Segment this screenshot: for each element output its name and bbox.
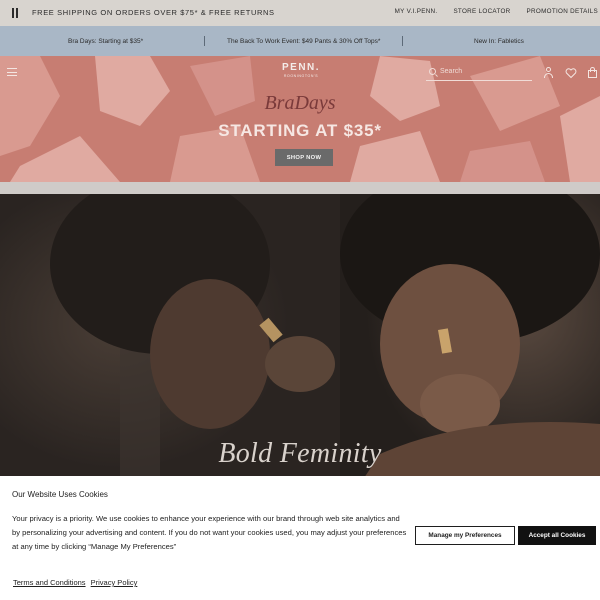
accept-cookies-button[interactable]: Accept all Cookies — [518, 526, 596, 545]
banner-caption: Bold Feminity — [218, 438, 382, 469]
cookie-title: Our Website Uses Cookies — [12, 490, 108, 499]
hero-title: BraDays — [264, 92, 336, 114]
heart-icon[interactable] — [565, 67, 577, 79]
promo-divider — [402, 36, 403, 46]
menu-icon[interactable] — [7, 68, 17, 76]
promo-bra-days[interactable]: Bra Days: Starting at $35* — [68, 38, 143, 45]
store-locator-link[interactable]: STORE LOCATOR — [453, 8, 510, 15]
bra-days-hero[interactable]: PENN. ROONINGTON'S Search BraDays STARTI… — [0, 56, 600, 182]
penn-logo[interactable]: PENN. ROONINGTON'S — [282, 62, 320, 78]
cookie-consent-banner: Our Website Uses Cookies Your privacy is… — [0, 476, 600, 600]
utility-links: MY V.I.PENN. STORE LOCATOR PROMOTION DET… — [395, 8, 598, 15]
top-promo-bar: FREE SHIPPING ON ORDERS OVER $75* & FREE… — [0, 0, 600, 26]
manage-preferences-button[interactable]: Manage my Preferences — [415, 526, 515, 545]
promo-fabletics[interactable]: New In: Fabletics — [474, 38, 524, 45]
cookie-links: Terms and Conditions Privacy Policy — [13, 578, 140, 587]
cookie-body-text: Your privacy is a priority. We use cooki… — [12, 514, 407, 551]
promo-back-to-work[interactable]: The Back To Work Event: $49 Pants & 30% … — [227, 38, 380, 45]
bag-icon[interactable] — [587, 67, 599, 79]
privacy-policy-link[interactable]: Privacy Policy — [91, 578, 138, 587]
logo-subline: ROONINGTON'S — [283, 74, 319, 78]
promo-bar: Bra Days: Starting at $35* The Back To W… — [0, 26, 600, 56]
logo-wordmark: PENN. — [282, 62, 321, 73]
pause-icon[interactable] — [11, 8, 19, 18]
promo-divider — [204, 36, 205, 46]
hero-subtitle: STARTING AT $35* — [218, 121, 382, 140]
free-shipping-text[interactable]: FREE SHIPPING ON ORDERS OVER $75* & FREE… — [32, 8, 275, 17]
terms-link[interactable]: Terms and Conditions — [13, 578, 86, 587]
shop-now-button[interactable]: SHOP NOW — [275, 149, 333, 166]
search-input[interactable]: Search — [426, 66, 532, 81]
search-icon — [429, 68, 436, 75]
promotion-details-link[interactable]: PROMOTION DETAILS — [527, 8, 598, 15]
my-vipenn-link[interactable]: MY V.I.PENN. — [395, 8, 438, 15]
bold-feminity-banner[interactable]: Bold Feminity — [0, 194, 600, 484]
section-divider — [0, 182, 600, 194]
search-placeholder: Search — [440, 68, 463, 75]
account-icon[interactable] — [543, 67, 555, 79]
